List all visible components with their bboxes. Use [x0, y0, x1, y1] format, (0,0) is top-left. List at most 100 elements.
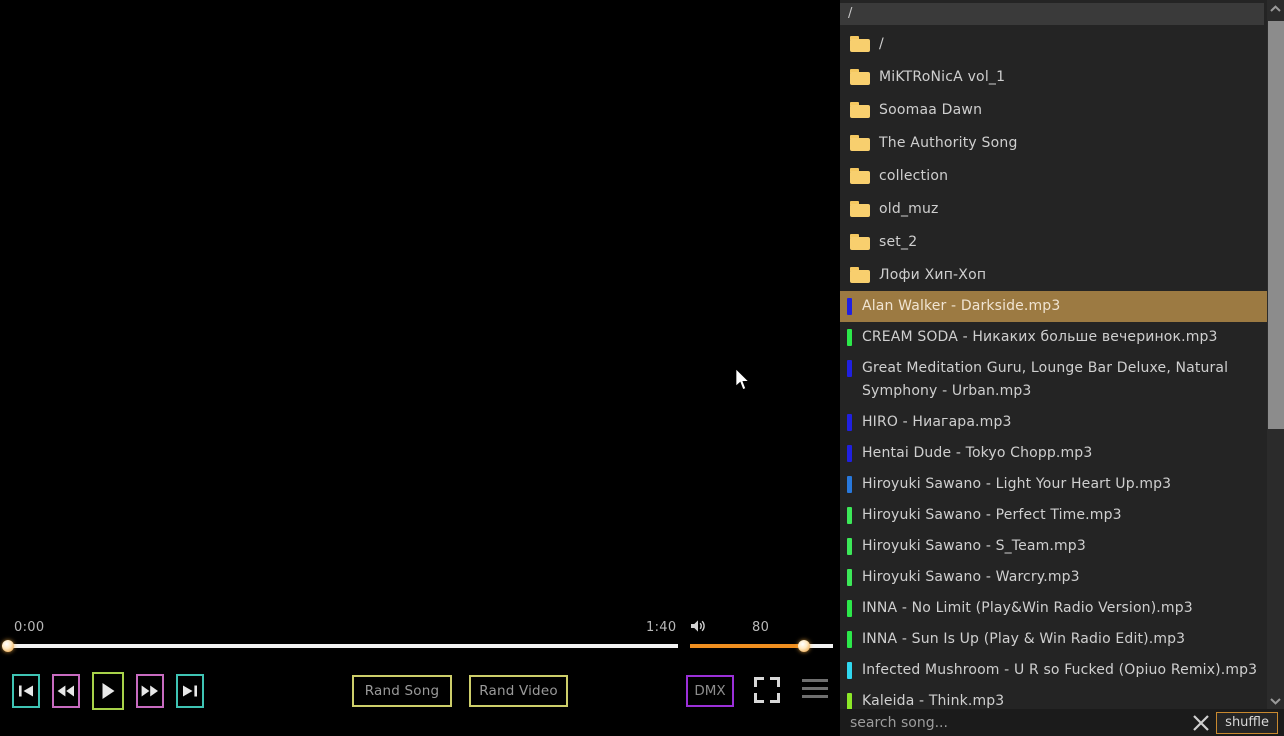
song-row[interactable]: CREAM SODA - Никаких больше вечеринок.mp… — [840, 322, 1267, 353]
song-row[interactable]: Hiroyuki Sawano - S_Team.mp3 — [840, 531, 1267, 562]
song-title: Hiroyuki Sawano - Light Your Heart Up.mp… — [862, 476, 1172, 492]
folder-row[interactable]: set_2 — [840, 225, 1267, 258]
folder-name: set_2 — [879, 233, 918, 250]
song-title: CREAM SODA - Никаких больше вечеринок.mp… — [862, 329, 1218, 345]
song-color-bar — [847, 507, 852, 524]
current-time-label: 0:00 — [14, 620, 45, 635]
folder-icon — [850, 134, 870, 151]
volume-slider[interactable] — [690, 640, 833, 652]
fast-forward-button[interactable] — [136, 674, 164, 708]
prev-track-icon — [18, 684, 34, 698]
song-color-bar — [847, 631, 852, 648]
folder-icon — [850, 101, 870, 118]
song-row[interactable]: Hiroyuki Sawano - Perfect Time.mp3 — [840, 500, 1267, 531]
folder-row[interactable]: Soomaa Dawn — [840, 93, 1267, 126]
song-color-bar — [847, 445, 852, 462]
folder-icon — [850, 167, 870, 184]
folder-name: The Authority Song — [879, 134, 1018, 151]
song-color-bar — [847, 693, 852, 709]
folder-row[interactable]: MiKTRoNicA vol_1 — [840, 60, 1267, 93]
fullscreen-icon[interactable] — [752, 675, 782, 705]
song-title: INNA - Sun Is Up (Play & Win Radio Edit)… — [862, 631, 1186, 647]
speaker-icon[interactable] — [690, 618, 707, 638]
rewind-icon — [57, 684, 75, 698]
fast-forward-icon — [141, 684, 159, 698]
song-title: Infected Mushroom - U R so Fucked (Opiuo… — [862, 662, 1258, 678]
folder-row[interactable]: collection — [840, 159, 1267, 192]
song-title: INNA - No Limit (Play&Win Radio Version)… — [862, 600, 1193, 616]
volume-fill — [690, 644, 805, 648]
seek-track — [8, 644, 678, 648]
song-color-bar — [847, 538, 852, 555]
song-title: Hentai Dude - Tokyo Chopp.mp3 — [862, 445, 1093, 461]
song-row[interactable]: Kaleida - Think.mp3 — [840, 686, 1267, 709]
folder-row[interactable]: Лофи Хип-Хоп — [840, 258, 1267, 291]
scrollbar-thumb[interactable] — [1268, 21, 1284, 429]
skip-next-button[interactable] — [176, 674, 204, 708]
song-row[interactable]: Hiroyuki Sawano - Warcry.mp3 — [840, 562, 1267, 593]
song-color-bar — [847, 298, 852, 315]
song-color-bar — [847, 569, 852, 586]
folder-row[interactable]: old_muz — [840, 192, 1267, 225]
total-time-label: 1:40 — [646, 620, 677, 635]
next-track-icon — [182, 684, 198, 698]
folder-name: Лофи Хип-Хоп — [879, 266, 987, 283]
folder-name: old_muz — [879, 200, 939, 217]
chevron-up-icon[interactable] — [1267, 0, 1284, 17]
song-title: Kaleida - Think.mp3 — [862, 693, 1005, 709]
song-title: Hiroyuki Sawano - Warcry.mp3 — [862, 569, 1080, 585]
transport-controls — [12, 672, 204, 710]
seek-slider[interactable] — [2, 640, 678, 652]
seek-handle[interactable] — [2, 640, 14, 652]
folder-row[interactable]: / — [840, 27, 1267, 60]
browser-scrollbar[interactable] — [1267, 0, 1284, 709]
browser-list: / MiKTRoNicA vol_1 Soomaa Dawn The Authorit… — [840, 27, 1267, 709]
volume-handle[interactable] — [798, 640, 811, 652]
song-title: HIRO - Ниагара.mp3 — [862, 414, 1012, 430]
folder-icon — [850, 200, 870, 217]
song-title: Hiroyuki Sawano - Perfect Time.mp3 — [862, 507, 1122, 523]
folder-name: collection — [879, 167, 949, 184]
song-row[interactable]: INNA - No Limit (Play&Win Radio Version)… — [840, 593, 1267, 624]
folder-icon — [850, 35, 870, 52]
skip-previous-button[interactable] — [12, 674, 40, 708]
rand-song-button[interactable]: Rand Song — [352, 675, 452, 707]
song-color-bar — [847, 414, 852, 431]
rand-video-button[interactable]: Rand Video — [469, 675, 568, 707]
song-color-bar — [847, 476, 852, 493]
song-row[interactable]: HIRO - Ниагара.mp3 — [840, 407, 1267, 438]
song-row[interactable]: Hentai Dude - Tokyo Chopp.mp3 — [840, 438, 1267, 469]
folder-row[interactable]: The Authority Song — [840, 126, 1267, 159]
rewind-button[interactable] — [52, 674, 80, 708]
song-title: Alan Walker - Darkside.mp3 — [862, 298, 1061, 314]
dmx-button[interactable]: DMX — [686, 675, 734, 707]
song-row[interactable]: Infected Mushroom - U R so Fucked (Opiuo… — [840, 655, 1267, 686]
play-button[interactable] — [92, 672, 124, 710]
song-row[interactable]: Great Meditation Guru, Lounge Bar Deluxe… — [840, 353, 1267, 407]
song-row-selected[interactable]: Alan Walker - Darkside.mp3 — [840, 291, 1267, 322]
folder-icon — [850, 68, 870, 85]
play-icon — [100, 682, 116, 700]
song-color-bar — [847, 329, 852, 346]
folder-icon — [850, 266, 870, 283]
search-input[interactable] — [840, 714, 1191, 731]
breadcrumb[interactable]: / — [840, 3, 1264, 25]
folder-icon — [850, 233, 870, 250]
song-row[interactable]: Hiroyuki Sawano - Light Your Heart Up.mp… — [840, 469, 1267, 500]
player-pane: 0:00 1:40 80 Rand Song Rand Video DMX — [0, 0, 840, 736]
song-title: Hiroyuki Sawano - S_Team.mp3 — [862, 538, 1086, 554]
search-bar: shuffle — [840, 709, 1284, 736]
close-icon[interactable] — [1190, 712, 1212, 734]
shuffle-button[interactable]: shuffle — [1216, 711, 1278, 734]
folder-name: MiKTRoNicA vol_1 — [879, 68, 1006, 85]
hamburger-menu-icon[interactable] — [802, 679, 828, 701]
song-color-bar — [847, 662, 852, 679]
volume-value-label: 80 — [752, 620, 770, 635]
video-surface[interactable] — [0, 0, 840, 612]
folder-name: / — [879, 35, 884, 52]
file-browser-pane: / / MiKTRoNicA vol_1 Soomaa Dawn The Author… — [840, 0, 1284, 736]
song-row[interactable]: INNA - Sun Is Up (Play & Win Radio Edit)… — [840, 624, 1267, 655]
time-row: 0:00 1:40 80 — [0, 617, 840, 639]
chevron-down-icon[interactable] — [1267, 692, 1284, 709]
song-color-bar — [847, 360, 852, 377]
